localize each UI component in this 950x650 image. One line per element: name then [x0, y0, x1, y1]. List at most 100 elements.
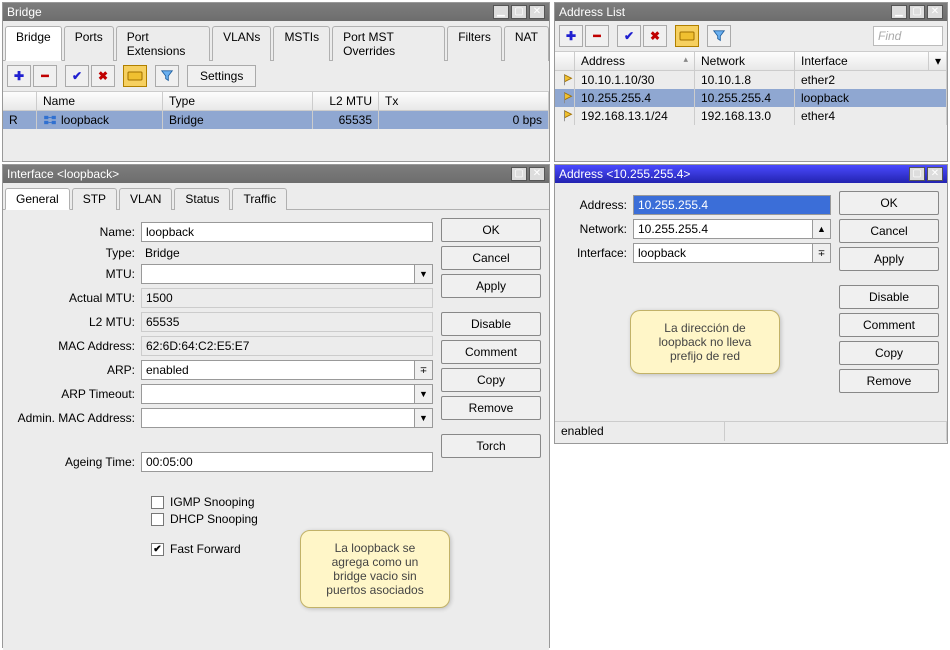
igmp-snooping-checkbox[interactable]: IGMP Snooping [151, 495, 433, 509]
network-input[interactable]: 10.255.255.4 [633, 219, 813, 239]
cell-address: 192.168.13.1/24 [575, 107, 695, 125]
bridge-titlebar: Bridge ▁ ▢ ✕ [3, 3, 549, 21]
tab-vlan[interactable]: VLAN [119, 188, 172, 210]
col-tx[interactable]: Tx [379, 92, 549, 110]
ok-button[interactable]: OK [441, 218, 541, 242]
disable-button[interactable]: Disable [441, 312, 541, 336]
minimize-icon[interactable]: ▁ [493, 5, 509, 19]
apply-button[interactable]: Apply [839, 247, 939, 271]
checkbox-icon [151, 496, 164, 509]
tab-nat[interactable]: NAT [504, 26, 549, 61]
close-icon[interactable]: ✕ [529, 5, 545, 19]
col-network[interactable]: Network [695, 52, 795, 70]
chevron-up-icon[interactable]: ▲ [813, 219, 831, 239]
admin-mac-label: Admin. MAC Address: [11, 411, 141, 425]
tab-status[interactable]: Status [174, 188, 230, 210]
address-form: Address:10.255.255.4 Network:10.255.255.… [563, 191, 831, 413]
apply-button[interactable]: Apply [441, 274, 541, 298]
copy-button[interactable]: Copy [839, 341, 939, 365]
comment-button[interactable]: Comment [441, 340, 541, 364]
mac-value: 62:6D:64:C2:E5:E7 [141, 336, 433, 356]
cancel-button[interactable]: Cancel [441, 246, 541, 270]
tab-mstis[interactable]: MSTIs [273, 26, 330, 61]
filter-button[interactable] [155, 65, 179, 87]
copy-button[interactable]: Copy [441, 368, 541, 392]
enable-button[interactable]: ✔ [617, 25, 641, 47]
addr-row[interactable]: 192.168.13.1/24 192.168.13.0 ether4 [555, 107, 947, 125]
tab-filters[interactable]: Filters [447, 26, 502, 61]
close-icon[interactable]: ✕ [529, 167, 545, 181]
address-input[interactable]: 10.255.255.4 [633, 195, 831, 215]
row-l2mtu: 65535 [313, 111, 379, 129]
row-name-text: loopback [61, 113, 109, 127]
col-more[interactable]: ▾ [929, 52, 947, 70]
addr-row[interactable]: 10.255.255.4 10.255.255.4 loopback [555, 89, 947, 107]
tab-stp[interactable]: STP [72, 188, 117, 210]
tab-port-extensions[interactable]: Port Extensions [116, 26, 210, 61]
ageing-input[interactable]: 00:05:00 [141, 452, 433, 472]
bridge-row[interactable]: R loopback Bridge 65535 0 bps [3, 111, 549, 129]
maximize-icon[interactable]: ▢ [909, 5, 925, 19]
comment-button[interactable] [123, 65, 147, 87]
disable-button[interactable]: ✖ [91, 65, 115, 87]
interface-select[interactable]: loopback [633, 243, 813, 263]
tab-port-mst-overrides[interactable]: Port MST Overrides [332, 26, 445, 61]
dhcp-snooping-checkbox[interactable]: DHCP Snooping [151, 512, 433, 526]
cell-network: 10.10.1.8 [695, 71, 795, 89]
tab-bridge[interactable]: Bridge [5, 26, 62, 61]
addr-row[interactable]: 10.10.1.10/30 10.10.1.8 ether2 [555, 71, 947, 89]
maximize-icon[interactable]: ▢ [511, 167, 527, 181]
col-type[interactable]: Type [163, 92, 313, 110]
arp-timeout-label: ARP Timeout: [11, 387, 141, 401]
tab-ports[interactable]: Ports [64, 26, 114, 61]
torch-button[interactable]: Torch [441, 434, 541, 458]
add-button[interactable]: ✚ [7, 65, 31, 87]
maximize-icon[interactable]: ▢ [511, 5, 527, 19]
remove-button[interactable]: Remove [441, 396, 541, 420]
col-icon[interactable] [555, 52, 575, 70]
chevron-down-icon[interactable]: ▼ [415, 408, 433, 428]
chevron-down-icon[interactable]: ∓ [415, 360, 433, 380]
tab-general[interactable]: General [5, 188, 70, 210]
disable-button[interactable]: Disable [839, 285, 939, 309]
col-address[interactable]: Address▴ [575, 52, 695, 70]
col-flag[interactable] [3, 92, 37, 110]
filter-button[interactable] [707, 25, 731, 47]
arp-timeout-input[interactable] [141, 384, 415, 404]
addrlist-title: Address List [559, 5, 625, 19]
comment-button[interactable] [675, 25, 699, 47]
addrlist-window: Address List ▁ ▢ ✕ ✚ ━ ✔ ✖ Find Address▴… [554, 2, 948, 162]
add-button[interactable]: ✚ [559, 25, 583, 47]
tab-traffic[interactable]: Traffic [232, 188, 287, 210]
status-text: enabled [555, 422, 725, 441]
find-input[interactable]: Find [873, 26, 943, 46]
tab-vlans[interactable]: VLANs [212, 26, 271, 61]
funnel-icon [712, 29, 726, 43]
col-name[interactable]: Name [37, 92, 163, 110]
cell-address: 10.10.1.10/30 [575, 71, 695, 89]
settings-button[interactable]: Settings [187, 65, 256, 87]
arp-select[interactable]: enabled [141, 360, 415, 380]
mtu-label: MTU: [11, 267, 141, 281]
ok-button[interactable]: OK [839, 191, 939, 215]
admin-mac-input[interactable] [141, 408, 415, 428]
chevron-down-icon[interactable]: ▼ [415, 384, 433, 404]
chevron-down-icon[interactable]: ▼ [415, 264, 433, 284]
minimize-icon[interactable]: ▁ [891, 5, 907, 19]
enable-button[interactable]: ✔ [65, 65, 89, 87]
comment-button[interactable]: Comment [839, 313, 939, 337]
remove-button[interactable]: Remove [839, 369, 939, 393]
address-title: Address <10.255.255.4> [559, 167, 690, 181]
chevron-down-icon[interactable]: ∓ [813, 243, 831, 263]
disable-button[interactable]: ✖ [643, 25, 667, 47]
mtu-input[interactable] [141, 264, 415, 284]
col-interface[interactable]: Interface [795, 52, 929, 70]
col-l2mtu[interactable]: L2 MTU [313, 92, 379, 110]
close-icon[interactable]: ✕ [927, 5, 943, 19]
remove-button[interactable]: ━ [585, 25, 609, 47]
name-input[interactable]: loopback [141, 222, 433, 242]
maximize-icon[interactable]: ▢ [909, 167, 925, 181]
close-icon[interactable]: ✕ [927, 167, 943, 181]
cancel-button[interactable]: Cancel [839, 219, 939, 243]
remove-button[interactable]: ━ [33, 65, 57, 87]
